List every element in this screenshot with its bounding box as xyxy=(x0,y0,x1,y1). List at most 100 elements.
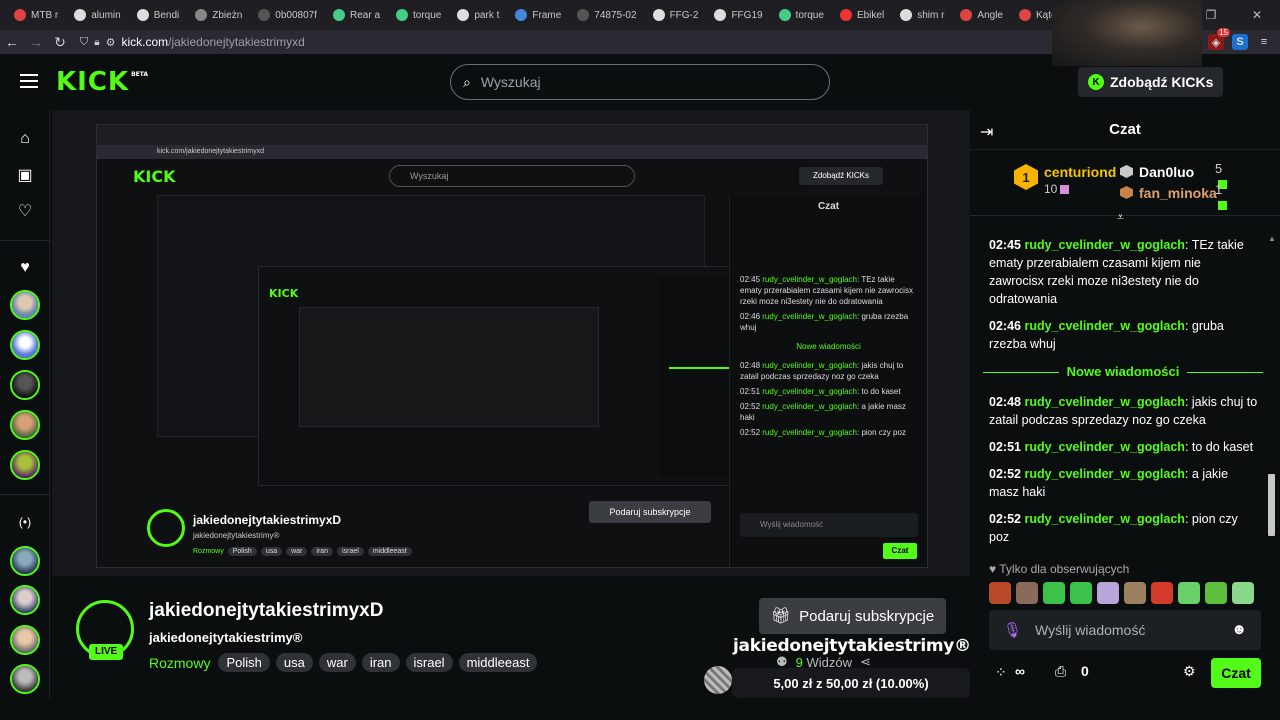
leader-second[interactable]: Dan0luo 5 xyxy=(1120,161,1227,190)
followed-channel-avatar[interactable] xyxy=(10,410,40,440)
nested-kicks: Zdobądź KICKs xyxy=(799,167,883,185)
followed-channel-avatar[interactable] xyxy=(10,450,40,480)
gift-subscription-button[interactable]: 🎁︎ Podaruj subskrypcje xyxy=(759,598,946,634)
stream-tag[interactable]: iran xyxy=(361,653,400,672)
tab-label: shim r xyxy=(917,9,945,21)
chat-input-placeholder: Wyślij wiadomość xyxy=(1035,622,1146,638)
leader-first[interactable]: 1 centuriond 10 xyxy=(1014,164,1116,196)
browser-tab[interactable]: Bendi xyxy=(129,0,188,30)
send-chat-button[interactable]: Czat xyxy=(1211,658,1261,688)
tab-favicon-icon xyxy=(136,9,149,21)
followed-channel-avatar[interactable] xyxy=(10,330,40,360)
browser-tab[interactable]: 74875-02 xyxy=(569,0,644,30)
stream-tag[interactable]: israel xyxy=(405,653,453,672)
sub-goal: 5,00 zł z 50,00 zł (10.00%) xyxy=(732,668,970,698)
followed-channel-avatar[interactable] xyxy=(10,290,40,320)
tab-label: FFG19 xyxy=(731,9,763,21)
nested-tags: Rozmowy Polish usa war iran israel middleeast xyxy=(193,547,412,556)
browser-tab[interactable]: torque xyxy=(388,0,449,30)
settings-icon[interactable]: ⚙︎ xyxy=(1183,663,1196,680)
channel-name[interactable]: jakiedonejtytakiestrimyxD xyxy=(149,600,383,622)
browser-tab[interactable]: MTB r xyxy=(6,0,66,30)
stream-tag[interactable]: middleeast xyxy=(458,653,538,672)
menu-icon[interactable]: ≡ xyxy=(1256,34,1272,50)
reload-icon[interactable]: ↻ xyxy=(48,30,72,54)
recommended-channel-avatar[interactable] xyxy=(10,585,40,615)
ublock-icon[interactable]: ◈ 15 xyxy=(1208,28,1230,50)
tab-favicon-icon xyxy=(195,9,208,21)
emote-icon[interactable] xyxy=(1097,582,1119,604)
get-kicks-button[interactable]: K Zdobądź KICKs xyxy=(1078,67,1224,97)
extension-s-icon[interactable]: S xyxy=(1232,34,1248,50)
stream-tag[interactable]: war xyxy=(318,653,356,672)
message-username[interactable]: rudy_cvelinder_w_goglach xyxy=(1024,395,1184,409)
tab-label: Rear a xyxy=(350,9,381,21)
expand-leaderboard-icon[interactable]: ⩡ xyxy=(1117,210,1124,225)
browser-tab[interactable]: torque xyxy=(771,0,832,30)
browser-tab[interactable]: park t xyxy=(449,0,507,30)
browser-tab[interactable]: Rear a xyxy=(325,0,388,30)
nested-url: kick.com/jakiedonejtytakiestrimyxd xyxy=(97,145,927,159)
message-username[interactable]: rudy_cvelinder_w_goglach xyxy=(1024,512,1184,526)
kick-logo[interactable]: KICK BETA xyxy=(56,67,148,97)
emote-icon[interactable] xyxy=(1232,582,1254,604)
mic-icon[interactable]: 🎙︎ xyxy=(1003,621,1022,639)
chat-input[interactable]: 🎙︎ Wyślij wiadomość ☻ xyxy=(989,610,1261,650)
leader-third[interactable]: fan_minoka 1 xyxy=(1120,182,1227,211)
nested-chat-line: 02:48 rudy_cvelinder_w_goglach: jakis ch… xyxy=(740,361,904,381)
home-icon[interactable]: ⌂ xyxy=(16,130,34,148)
emote-icon[interactable] xyxy=(1151,582,1173,604)
divider-line xyxy=(983,371,1059,373)
forward-icon[interactable]: → xyxy=(24,30,48,54)
stream-tag[interactable]: Polish xyxy=(218,653,270,672)
emote-icon[interactable] xyxy=(1178,582,1200,604)
search-bar[interactable]: ⌕ Wyszukaj xyxy=(450,64,830,100)
browser-tab[interactable]: Zbieżn xyxy=(187,0,250,30)
browser-tab[interactable]: FFG19 xyxy=(706,0,770,30)
recommended-channel-avatar[interactable] xyxy=(10,546,40,576)
stream-tag[interactable]: usa xyxy=(275,653,313,672)
emote-icon[interactable] xyxy=(1070,582,1092,604)
emote-icon[interactable] xyxy=(1016,582,1038,604)
message-username[interactable]: rudy_cvelinder_w_goglach xyxy=(1024,319,1184,333)
channel-points-icon[interactable]: ⁘ xyxy=(995,664,1007,681)
browser-tab[interactable]: shim r xyxy=(892,0,952,30)
browser-tab[interactable]: alumin xyxy=(66,0,128,30)
message-username[interactable]: rudy_cvelinder_w_goglach xyxy=(1024,440,1184,454)
browser-tab[interactable]: Frame xyxy=(507,0,569,30)
browser-tab[interactable]: 0b00807f xyxy=(250,0,325,30)
browser-tab[interactable]: FFG-2 xyxy=(645,0,707,30)
url-field[interactable]: ⛉ 🔒︎ ⚙︎ kick.com/jakiedonejtytakiestrimy… xyxy=(80,35,305,49)
back-icon[interactable]: ← xyxy=(0,30,24,54)
scroll-up-icon[interactable]: ▲ xyxy=(1268,234,1276,243)
browse-icon[interactable]: ▣ xyxy=(16,166,34,184)
emoji-icon[interactable]: ☻ xyxy=(1231,621,1247,638)
gift-box-icon[interactable]: ⎙ xyxy=(1055,663,1066,680)
emote-icon[interactable] xyxy=(1124,582,1146,604)
browser-tab[interactable]: Ebikel xyxy=(832,0,892,30)
recommended-channel-avatar[interactable] xyxy=(10,664,40,694)
close-window-icon[interactable]: ✕ xyxy=(1234,0,1280,30)
tab-favicon-icon xyxy=(577,9,590,21)
browser-tab[interactable]: Angle xyxy=(952,0,1011,30)
video-player[interactable]: kick.com/jakiedonejtytakiestrimyxd KICK … xyxy=(52,110,970,576)
emote-icon[interactable] xyxy=(1043,582,1065,604)
webcam-overlay xyxy=(1052,0,1202,66)
message-text: to do kaset xyxy=(1191,440,1254,454)
following-icon[interactable]: ♡ xyxy=(16,202,34,220)
message-username[interactable]: rudy_cvelinder_w_goglach xyxy=(1024,238,1184,252)
chat-scrollbar[interactable]: ▲ xyxy=(1268,228,1276,548)
nested-chat-line: 02:51 rudy_cvelinder_w_goglach: to do ka… xyxy=(740,387,901,396)
emote-icon[interactable] xyxy=(989,582,1011,604)
category-link[interactable]: Rozmowy xyxy=(149,655,210,671)
message-username[interactable]: rudy_cvelinder_w_goglach xyxy=(1024,467,1184,481)
nested-send: Czat xyxy=(883,543,917,559)
followed-channel-avatar[interactable] xyxy=(10,370,40,400)
hamburger-icon[interactable] xyxy=(20,74,38,88)
recommended-channel-avatar[interactable] xyxy=(10,625,40,655)
scroll-thumb[interactable] xyxy=(1268,474,1275,536)
deeper-logo: KICK xyxy=(269,287,299,300)
leader-first-name: centuriond xyxy=(1044,164,1117,180)
tab-favicon-icon xyxy=(900,9,913,21)
emote-icon[interactable] xyxy=(1205,582,1227,604)
